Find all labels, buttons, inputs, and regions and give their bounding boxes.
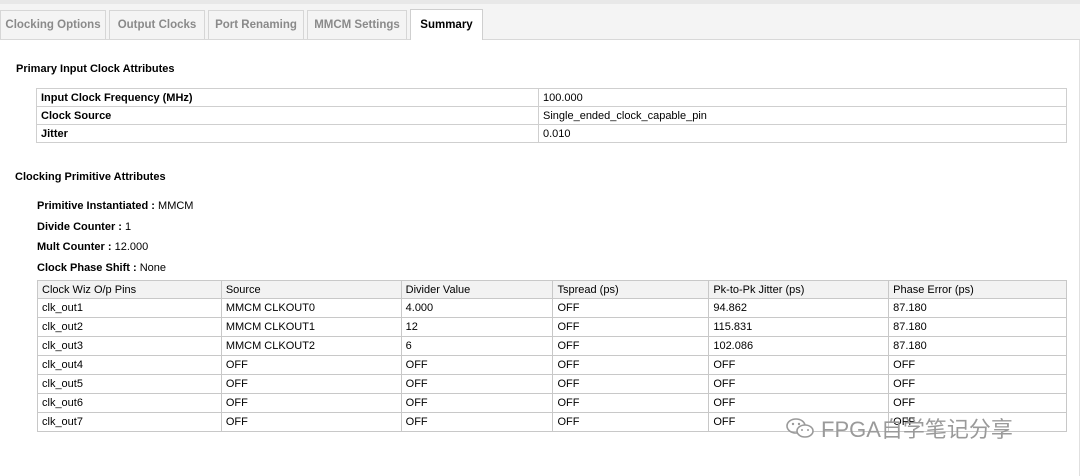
table-cell: OFF <box>552 298 710 318</box>
table-cell: 87.180 <box>888 298 1067 318</box>
primary-input-title: Primary Input Clock Attributes <box>16 63 175 75</box>
divide-counter: Divide Counter : 1 <box>37 221 131 233</box>
table-cell: MMCM CLKOUT0 <box>220 298 402 318</box>
tab-output-clocks[interactable]: Output Clocks <box>109 10 205 39</box>
attr-key: Input Clock Frequency (MHz) <box>36 88 539 107</box>
watermark-text: FPGA自学笔记分享 <box>821 417 1013 442</box>
tab-summary[interactable]: Summary <box>410 9 483 40</box>
table-cell: OFF <box>552 355 710 375</box>
table-cell: OFF <box>400 355 554 375</box>
table-cell: OFF <box>708 355 890 375</box>
table-cell: clk_out1 <box>37 298 222 318</box>
table-row: Clock Source Single_ended_clock_capable_… <box>36 106 1067 125</box>
table-cell: 87.180 <box>888 336 1067 356</box>
table-cell: OFF <box>400 393 554 413</box>
table-cell: 115.831 <box>708 317 890 337</box>
table-header-row: Clock Wiz O/p Pins Source Divider Value … <box>37 280 1067 299</box>
tab-mmcm-settings[interactable]: MMCM Settings <box>307 10 407 39</box>
column-header[interactable]: Tspread (ps) <box>552 280 710 299</box>
table-row: clk_out5 OFF OFF OFF OFF OFF <box>37 374 1067 394</box>
table-cell: clk_out5 <box>37 374 222 394</box>
kv-key: Mult Counter : <box>37 241 112 253</box>
attr-key: Jitter <box>36 124 539 143</box>
table-cell: 102.086 <box>708 336 890 356</box>
kv-key: Divide Counter : <box>37 221 122 233</box>
kv-value: MMCM <box>154 200 194 212</box>
table-cell: OFF <box>888 374 1067 394</box>
table-cell: OFF <box>552 393 710 413</box>
table-cell: OFF <box>552 336 710 356</box>
table-row: clk_out6 OFF OFF OFF OFF OFF <box>37 393 1067 413</box>
primary-input-table: Input Clock Frequency (MHz) 100.000 Cloc… <box>36 88 1067 143</box>
top-divider <box>0 0 1080 4</box>
primitive-title: Clocking Primitive Attributes <box>15 171 166 183</box>
column-header[interactable]: Phase Error (ps) <box>888 280 1067 299</box>
table-cell: OFF <box>220 393 402 413</box>
kv-key: Primitive Instantiated : <box>37 200 155 212</box>
attr-value: Single_ended_clock_capable_pin <box>538 106 1067 125</box>
table-cell: OFF <box>888 355 1067 375</box>
table-cell: MMCM CLKOUT1 <box>220 317 402 337</box>
column-header[interactable]: Divider Value <box>400 280 554 299</box>
table-cell: OFF <box>552 317 710 337</box>
table-cell: 94.862 <box>708 298 890 318</box>
table-cell: OFF <box>400 412 554 432</box>
table-row: clk_out4 OFF OFF OFF OFF OFF <box>37 355 1067 375</box>
wechat-icon <box>786 418 814 438</box>
table-cell: MMCM CLKOUT2 <box>220 336 402 356</box>
table-row: Jitter 0.010 <box>36 124 1067 143</box>
table-cell: OFF <box>888 393 1067 413</box>
kv-value: 12.000 <box>111 241 149 253</box>
attr-value: 100.000 <box>538 88 1067 107</box>
table-row: clk_out2 MMCM CLKOUT1 12 OFF 115.831 87.180 <box>37 317 1067 337</box>
table-cell: clk_out7 <box>37 412 222 432</box>
table-cell: OFF <box>400 374 554 394</box>
tab-clocking-options[interactable]: Clocking Options <box>0 10 106 39</box>
primitive-instantiated: Primitive Instantiated : MMCM <box>37 200 193 212</box>
table-cell: clk_out6 <box>37 393 222 413</box>
table-cell: OFF <box>220 412 402 432</box>
table-cell: clk_out2 <box>37 317 222 337</box>
table-cell: 12 <box>400 317 554 337</box>
tab-bar: Clocking Options Output Clocks Port Rena… <box>0 0 1080 40</box>
kv-key: Clock Phase Shift : <box>37 262 137 274</box>
table-cell: OFF <box>220 374 402 394</box>
table-row: clk_out1 MMCM CLKOUT0 4.000 OFF 94.862 87.180 <box>37 298 1067 318</box>
table-cell: clk_out4 <box>37 355 222 375</box>
table-cell: 87.180 <box>888 317 1067 337</box>
column-header[interactable]: Pk-to-Pk Jitter (ps) <box>708 280 890 299</box>
table-cell: OFF <box>220 355 402 375</box>
mult-counter: Mult Counter : 12.000 <box>37 241 148 253</box>
clock-phase-shift: Clock Phase Shift : None <box>37 262 166 274</box>
attr-value: 0.010 <box>538 124 1067 143</box>
kv-value: None <box>136 262 166 274</box>
table-cell: 6 <box>400 336 554 356</box>
clock-output-table: Clock Wiz O/p Pins Source Divider Value … <box>37 280 1067 432</box>
table-cell: OFF <box>708 393 890 413</box>
table-cell: OFF <box>552 412 710 432</box>
table-cell: clk_out3 <box>37 336 222 356</box>
tab-port-renaming[interactable]: Port Renaming <box>208 10 304 39</box>
kv-value: 1 <box>121 221 132 233</box>
column-header[interactable]: Clock Wiz O/p Pins <box>37 280 222 299</box>
table-cell: 4.000 <box>400 298 554 318</box>
table-cell: OFF <box>708 374 890 394</box>
watermark: FPGA自学笔记分享 <box>785 412 1013 444</box>
table-cell: OFF <box>552 374 710 394</box>
table-row: Input Clock Frequency (MHz) 100.000 <box>36 88 1067 107</box>
table-row: clk_out3 MMCM CLKOUT2 6 OFF 102.086 87.180 <box>37 336 1067 356</box>
column-header[interactable]: Source <box>220 280 402 299</box>
attr-key: Clock Source <box>36 106 539 125</box>
